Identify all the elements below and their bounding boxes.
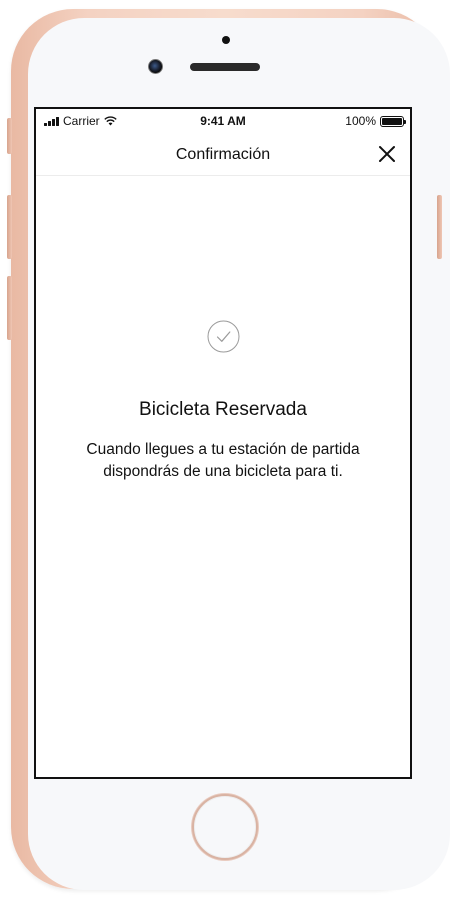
phone-screen: Carrier 9:41 AM 100% Confirmación Bicicl… xyxy=(34,107,412,779)
battery-icon xyxy=(380,115,406,127)
navigation-bar: Confirmación xyxy=(36,131,410,176)
battery-percent: 100% xyxy=(345,114,376,128)
power-button xyxy=(437,195,442,259)
app-screen: Carrier 9:41 AM 100% Confirmación Bicicl… xyxy=(36,109,410,777)
volume-up-button xyxy=(7,195,12,259)
mute-switch xyxy=(7,118,12,154)
close-icon xyxy=(379,146,395,162)
front-camera xyxy=(148,59,163,74)
earpiece-speaker xyxy=(190,63,260,71)
volume-down-button xyxy=(7,276,12,340)
close-button[interactable] xyxy=(374,141,400,167)
checkmark-circle-icon xyxy=(207,320,240,353)
confirmation-description: Cuando llegues a tu estación de partida … xyxy=(86,441,360,480)
status-right: 100% xyxy=(345,114,406,128)
status-bar: Carrier 9:41 AM 100% xyxy=(36,109,410,131)
home-button[interactable] xyxy=(192,794,258,860)
page-title: Confirmación xyxy=(175,146,271,163)
confirmation-title: Bicicleta Reservada xyxy=(139,399,307,420)
proximity-sensor xyxy=(222,36,230,44)
